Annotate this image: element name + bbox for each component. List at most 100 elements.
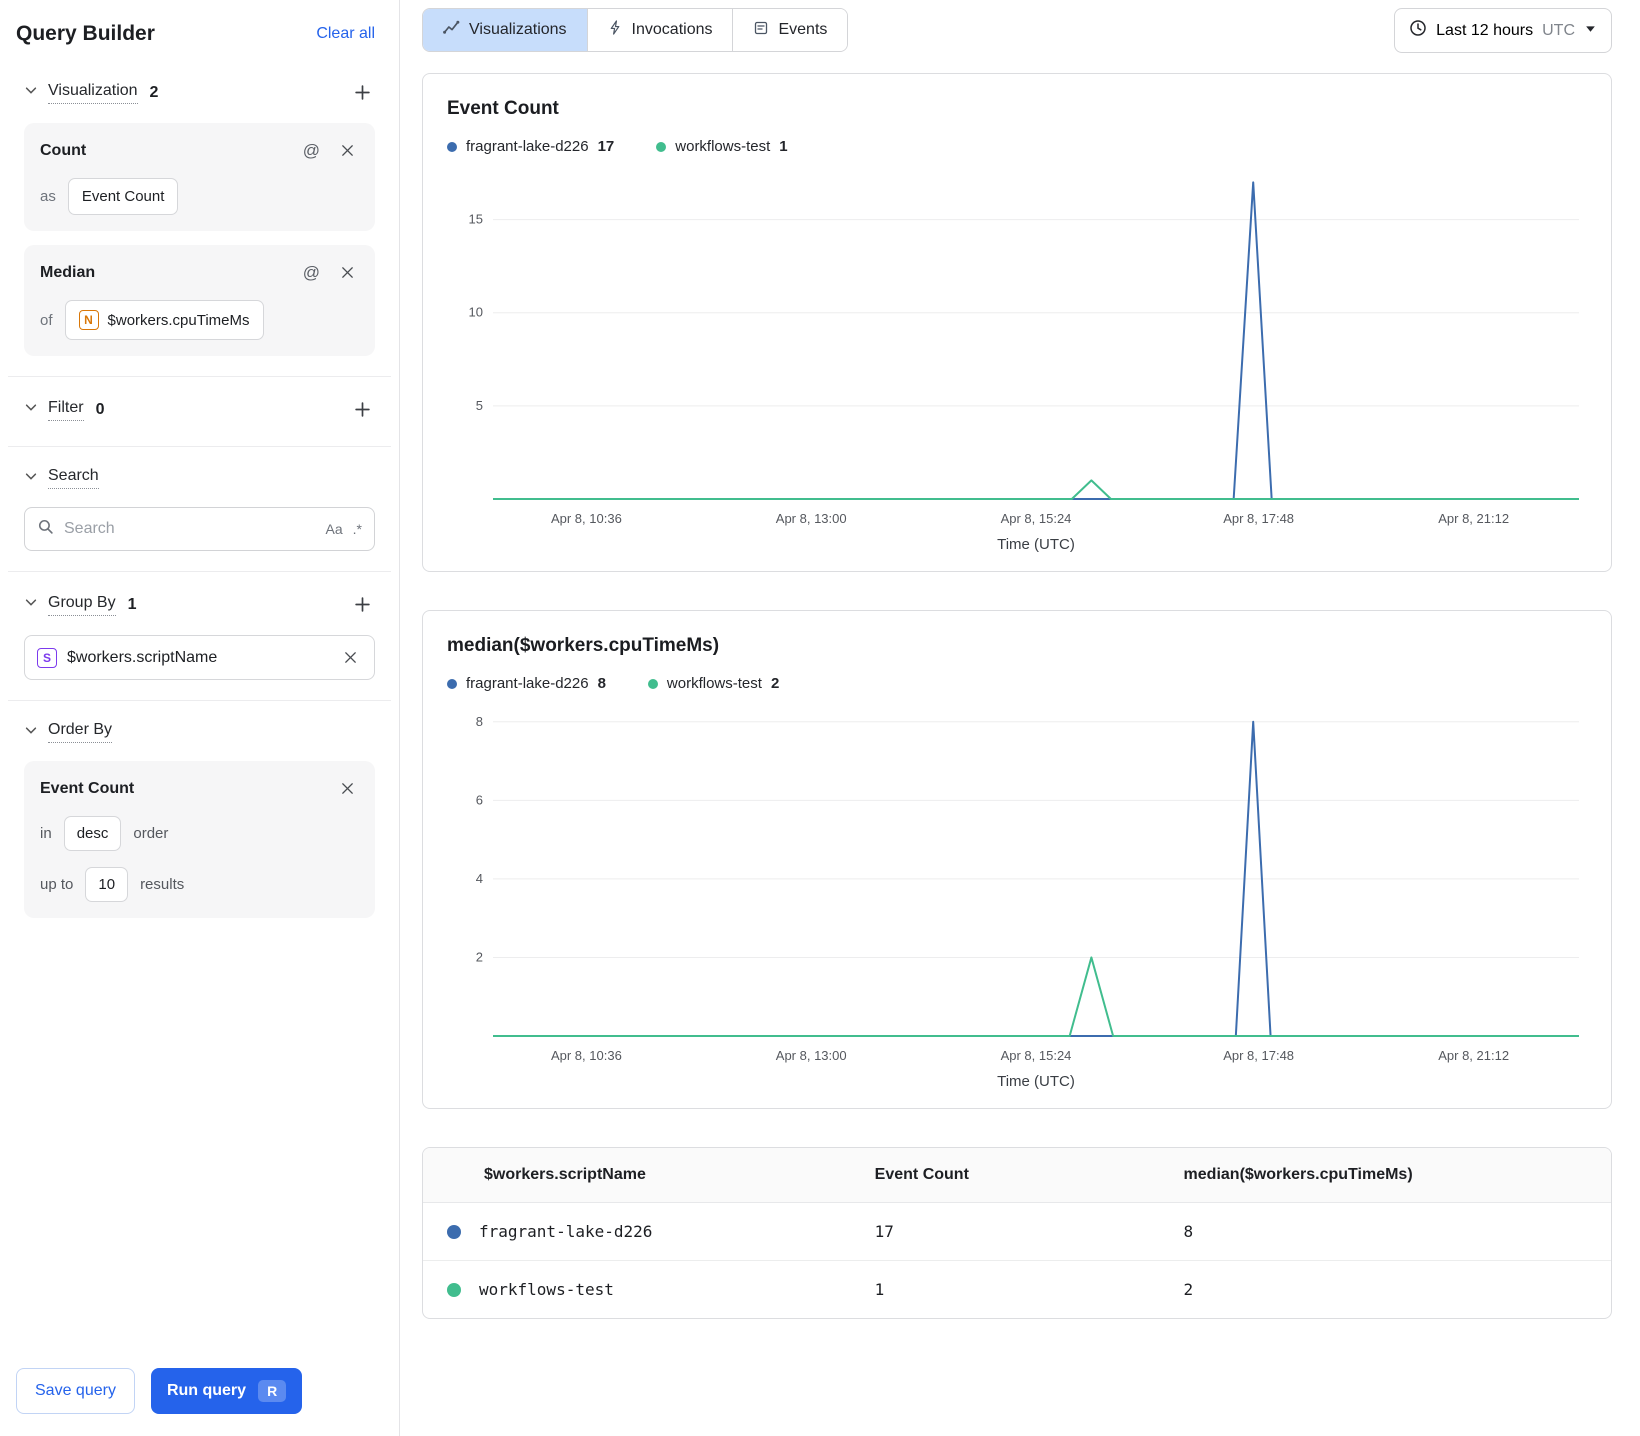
visualization-section: Visualization 2 Count @ as Event Count M… — [8, 60, 391, 376]
series-dot — [447, 678, 457, 689]
chevron-down-icon[interactable] — [24, 595, 38, 614]
order-by-field: Event Count — [40, 779, 135, 797]
legend-item[interactable]: fragrant-lake-d226 8 — [447, 675, 606, 692]
count-card-title: Count — [40, 141, 87, 159]
tab-visualizations[interactable]: Visualizations — [423, 9, 588, 51]
median-field-selector[interactable]: N $workers.cpuTimeMs — [64, 300, 264, 340]
remove-count-button[interactable] — [336, 139, 359, 162]
order-by-section: Order By Event Count in desc order up to… — [8, 700, 391, 938]
event-count-line-chart: 5 10 15 Apr 8, 10:36 Apr 8, 13:00 Apr 8, 15:2… — [447, 161, 1587, 561]
caret-down-icon — [1584, 22, 1597, 40]
lightning-icon — [608, 20, 623, 40]
remove-order-by-button[interactable] — [336, 777, 359, 800]
search-section: Search Aa .* — [8, 446, 391, 571]
search-box: Aa .* — [24, 507, 375, 551]
median-cputime-chart-card: median($workers.cpuTimeMs) fragrant-lake… — [422, 610, 1612, 1109]
match-case-icon[interactable]: Aa — [326, 521, 343, 537]
legend-label: workflows-test — [666, 675, 762, 692]
chart-icon — [443, 19, 460, 41]
tab-invocations[interactable]: Invocations — [587, 9, 734, 51]
chart-legend: fragrant-lake-d226 17 workflows-test 1 — [447, 138, 1587, 155]
legend-item[interactable]: workflows-test 1 — [656, 138, 788, 155]
svg-text:Apr 8, 21:12: Apr 8, 21:12 — [1438, 1048, 1509, 1063]
svg-text:Apr 8, 10:36: Apr 8, 10:36 — [551, 1048, 622, 1063]
tab-events-label: Events — [778, 21, 828, 38]
chevron-down-icon[interactable] — [24, 469, 38, 488]
remove-group-by-button[interactable] — [339, 646, 362, 669]
filter-section: Filter 0 — [8, 376, 391, 446]
svg-text:4: 4 — [476, 871, 483, 886]
svg-text:15: 15 — [469, 212, 483, 227]
tab-invocations-label: Invocations — [631, 21, 713, 38]
legend-label: workflows-test — [675, 138, 771, 155]
clear-all-link[interactable]: Clear all — [316, 25, 375, 43]
mention-icon[interactable]: @ — [303, 263, 320, 283]
column-header-event-count: Event Count — [874, 1166, 969, 1183]
tab-visualizations-label: Visualizations — [469, 21, 567, 38]
search-icon — [37, 518, 54, 540]
column-header-scriptname: $workers.scriptName — [484, 1166, 646, 1183]
visualization-count: 2 — [149, 83, 159, 101]
median-value: 8 — [1183, 1222, 1194, 1241]
svg-text:Time (UTC): Time (UTC) — [997, 1073, 1075, 1090]
svg-text:Apr 8, 15:24: Apr 8, 15:24 — [1001, 511, 1072, 526]
mention-icon[interactable]: @ — [303, 141, 320, 161]
add-filter-button[interactable] — [350, 397, 375, 422]
remove-median-button[interactable] — [336, 261, 359, 284]
svg-text:Apr 8, 10:36: Apr 8, 10:36 — [551, 511, 622, 526]
legend-item[interactable]: workflows-test 2 — [647, 675, 779, 692]
event-count-value: 1 — [874, 1280, 885, 1299]
add-group-by-button[interactable] — [350, 592, 375, 617]
timezone-label: UTC — [1542, 21, 1575, 39]
order-by-label: Order By — [48, 721, 113, 743]
median-cputime-line-chart: 2 4 6 8 Apr 8, 10:36 Apr 8, 13:00 Apr 8, 15:24… — [447, 698, 1587, 1098]
string-type-icon: S — [37, 647, 57, 668]
events-icon — [753, 20, 769, 41]
svg-text:Apr 8, 17:48: Apr 8, 17:48 — [1223, 1048, 1294, 1063]
table-row[interactable]: fragrant-lake-d226 17 8 — [423, 1203, 1611, 1261]
table-header-row: $workers.scriptName Event Count median($… — [423, 1148, 1611, 1203]
filter-count: 0 — [95, 400, 105, 418]
order-direction-selector[interactable]: desc — [63, 816, 122, 851]
chevron-down-icon[interactable] — [24, 83, 38, 102]
legend-value: 8 — [597, 675, 606, 692]
legend-item[interactable]: fragrant-lake-d226 17 — [447, 138, 614, 155]
search-input[interactable] — [64, 520, 316, 538]
legend-value: 1 — [779, 138, 788, 155]
order-by-card: Event Count in desc order up to 10 resul… — [24, 761, 375, 918]
search-label: Search — [48, 467, 99, 489]
workers-observability-app: Query Builder Clear all Visualization 2 — [0, 0, 1640, 1436]
chevron-down-icon[interactable] — [24, 400, 38, 419]
group-by-field[interactable]: S $workers.scriptName — [24, 635, 375, 680]
chart-title: Event Count — [447, 98, 559, 119]
results-table: $workers.scriptName Event Count median($… — [422, 1147, 1612, 1319]
count-alias-field[interactable]: Event Count — [67, 178, 179, 215]
series-dot — [447, 141, 457, 152]
svg-text:8: 8 — [476, 714, 483, 729]
median-card-title: Median — [40, 263, 96, 281]
query-builder-sidebar: Query Builder Clear all Visualization 2 — [0, 0, 400, 1436]
page-title: Query Builder — [16, 22, 155, 45]
script-name: fragrant-lake-d226 — [479, 1222, 653, 1241]
series-dot — [447, 1224, 461, 1239]
tab-events[interactable]: Events — [733, 9, 848, 51]
event-count-chart-card: Event Count fragrant-lake-d226 17 workfl… — [422, 73, 1612, 572]
add-visualization-button[interactable] — [350, 80, 375, 105]
median-value: 2 — [1183, 1280, 1194, 1299]
clock-icon — [1409, 19, 1427, 42]
count-visualization-card: Count @ as Event Count — [24, 123, 375, 231]
chevron-down-icon[interactable] — [24, 723, 38, 742]
view-tabs: Visualizations Invocations Events — [422, 8, 849, 52]
result-limit-field[interactable]: 10 — [85, 867, 129, 902]
time-range-selector[interactable]: Last 12 hours UTC — [1394, 8, 1612, 53]
legend-label: fragrant-lake-d226 — [466, 138, 589, 155]
regex-icon[interactable]: .* — [353, 521, 362, 537]
run-query-button[interactable]: Run query R — [150, 1368, 303, 1414]
run-query-label: Run query — [166, 1382, 247, 1399]
svg-text:Apr 8, 13:00: Apr 8, 13:00 — [776, 511, 847, 526]
series-dot — [656, 141, 667, 152]
save-query-button[interactable]: Save query — [16, 1368, 135, 1414]
group-by-label: Group By — [48, 594, 116, 616]
column-header-median: median($workers.cpuTimeMs) — [1183, 1166, 1413, 1183]
table-row[interactable]: workflows-test 1 2 — [423, 1261, 1611, 1318]
